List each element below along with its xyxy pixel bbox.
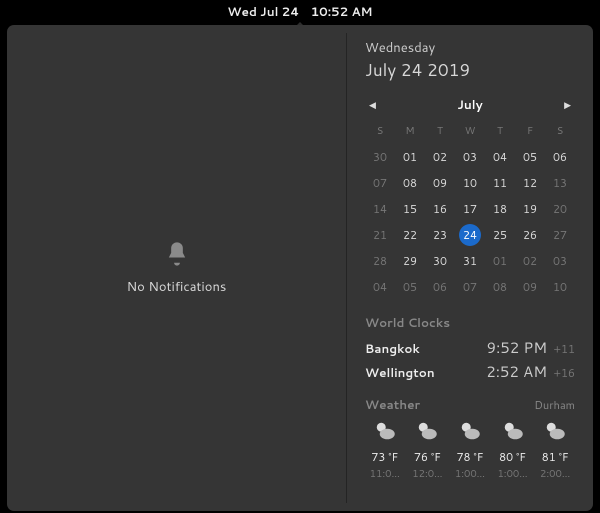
- weather-hour-label: 11:0…: [365, 467, 405, 481]
- calendar-day[interactable]: 08: [395, 170, 425, 196]
- weather-location: Durham: [534, 397, 575, 413]
- calendar-day[interactable]: 05: [515, 144, 545, 170]
- weather-section[interactable]: Weather Durham 73 °F 11:0…76 °F 12:0…78 °F…: [365, 396, 575, 481]
- bell-icon: [163, 240, 191, 268]
- calendar-day[interactable]: 28: [365, 248, 395, 274]
- top-bar[interactable]: Wed Jul 24 10:52 AM: [0, 0, 600, 23]
- no-notifications-label: No Notifications: [127, 278, 227, 296]
- calendar-day[interactable]: 18: [485, 196, 515, 222]
- calendar-day[interactable]: 02: [425, 144, 455, 170]
- calendar-day[interactable]: 04: [485, 144, 515, 170]
- datetime-popover: No Notifications Wednesday July 24 2019 …: [7, 25, 593, 511]
- calendar-day[interactable]: 27: [545, 222, 575, 248]
- calendar-day-today[interactable]: 24: [459, 224, 481, 246]
- calendar-day[interactable]: 09: [515, 274, 545, 300]
- calendar-day[interactable]: 01: [485, 248, 515, 274]
- weather-hour-label: 12:0…: [408, 467, 448, 481]
- weather-hour: 81 °F 2:00…: [535, 419, 575, 481]
- clock-time: 2:52 AM: [486, 361, 547, 382]
- clock-city: Wellington: [365, 364, 435, 381]
- partly-cloudy-icon: [543, 419, 567, 443]
- topbar-date: Wed Jul 24: [227, 3, 299, 20]
- weather-temp: 80 °F: [493, 449, 533, 465]
- calendar-day[interactable]: 25: [485, 222, 515, 248]
- calendar-day[interactable]: 20: [545, 196, 575, 222]
- calendar-day[interactable]: 11: [485, 170, 515, 196]
- calendar-day[interactable]: 06: [545, 144, 575, 170]
- calendar-day[interactable]: 26: [515, 222, 545, 248]
- calendar-header: ◀ July ▶: [365, 96, 575, 113]
- calendar-day[interactable]: 03: [455, 144, 485, 170]
- weather-temp: 73 °F: [365, 449, 405, 465]
- calendar-day[interactable]: 23: [425, 222, 455, 248]
- partly-cloudy-icon: [501, 419, 525, 443]
- next-month-button[interactable]: ▶: [560, 96, 575, 113]
- full-date: July 24 2019: [365, 58, 575, 82]
- calendar-day[interactable]: 30: [425, 248, 455, 274]
- weather-hour-label: 2:00…: [535, 467, 575, 481]
- weather-temp: 76 °F: [408, 449, 448, 465]
- weather-hour: 80 °F 1:00…: [493, 419, 533, 481]
- topbar-time: 10:52 AM: [311, 3, 373, 20]
- partly-cloudy-icon: [373, 419, 397, 443]
- calendar-day[interactable]: 09: [425, 170, 455, 196]
- weather-temp: 78 °F: [450, 449, 490, 465]
- weather-hour: 76 °F 12:0…: [408, 419, 448, 481]
- calendar-day[interactable]: 30: [365, 144, 395, 170]
- calendar-day[interactable]: 12: [515, 170, 545, 196]
- world-clocks-section[interactable]: World Clocks Bangkok 9:52 PM +11 Wellington…: [365, 314, 575, 382]
- calendar-dow: T: [485, 121, 515, 144]
- month-label: July: [457, 96, 482, 113]
- day-name: Wednesday: [365, 39, 575, 57]
- calendar-grid: 3001020304050607080910111213141516171819…: [365, 144, 575, 300]
- calendar-day[interactable]: 02: [515, 248, 545, 274]
- notifications-pane: No Notifications: [7, 25, 346, 511]
- weather-temp: 81 °F: [535, 449, 575, 465]
- calendar-day[interactable]: 14: [365, 196, 395, 222]
- weather-hour: 78 °F 1:00…: [450, 419, 490, 481]
- calendar-dow: T: [425, 121, 455, 144]
- calendar-day[interactable]: 21: [365, 222, 395, 248]
- calendar-day[interactable]: 10: [545, 274, 575, 300]
- clock-city: Bangkok: [365, 340, 420, 357]
- calendar-day[interactable]: 10: [455, 170, 485, 196]
- calendar-day[interactable]: 15: [395, 196, 425, 222]
- calendar-day[interactable]: 17: [455, 196, 485, 222]
- calendar-day[interactable]: 19: [515, 196, 545, 222]
- clock-offset: +11: [553, 341, 575, 357]
- calendar-day[interactable]: 07: [455, 274, 485, 300]
- calendar-day[interactable]: 04: [365, 274, 395, 300]
- weather-hour-label: 1:00…: [450, 467, 490, 481]
- weather-hour: 73 °F 11:0…: [365, 419, 405, 481]
- calendar-dow: S: [545, 121, 575, 144]
- world-clock-row: Bangkok 9:52 PM +11: [365, 337, 575, 358]
- clock-time: 9:52 PM: [487, 337, 547, 358]
- calendar-dow: W: [455, 121, 485, 144]
- calendar-dow: F: [515, 121, 545, 144]
- calendar-dow-row: SMTWTFS: [365, 121, 575, 144]
- calendar-day[interactable]: 08: [485, 274, 515, 300]
- calendar-day[interactable]: 03: [545, 248, 575, 274]
- weather-title: Weather Durham: [365, 396, 575, 413]
- calendar-day[interactable]: 31: [455, 248, 485, 274]
- calendar-day[interactable]: 01: [395, 144, 425, 170]
- calendar-day[interactable]: 29: [395, 248, 425, 274]
- calendar-day[interactable]: 13: [545, 170, 575, 196]
- calendar-dow: S: [365, 121, 395, 144]
- clock-offset: +16: [553, 365, 575, 381]
- calendar-day[interactable]: 06: [425, 274, 455, 300]
- calendar-day[interactable]: 16: [425, 196, 455, 222]
- prev-month-button[interactable]: ◀: [365, 96, 380, 113]
- calendar-day[interactable]: 07: [365, 170, 395, 196]
- weather-hour-label: 1:00…: [493, 467, 533, 481]
- partly-cloudy-icon: [458, 419, 482, 443]
- world-clock-row: Wellington 2:52 AM +16: [365, 361, 575, 382]
- calendar-day[interactable]: 22: [395, 222, 425, 248]
- calendar-dow: M: [395, 121, 425, 144]
- world-clocks-title: World Clocks: [365, 314, 575, 331]
- calendar-pane: Wednesday July 24 2019 ◀ July ▶ SMTWTFS …: [347, 25, 593, 511]
- calendar-day[interactable]: 05: [395, 274, 425, 300]
- partly-cloudy-icon: [415, 419, 439, 443]
